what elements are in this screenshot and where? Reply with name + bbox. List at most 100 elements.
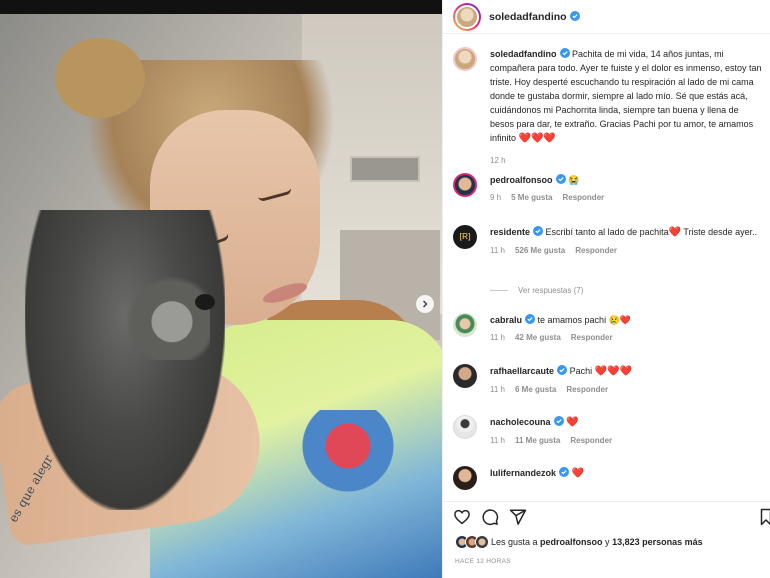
reply-button[interactable]: Responder — [571, 333, 613, 342]
comment-avatar[interactable]: [R] — [453, 225, 477, 249]
verified-badge-icon — [557, 365, 568, 375]
comment-username[interactable]: residente — [490, 227, 530, 237]
comment-likes[interactable]: 11 Me gusta — [515, 436, 560, 445]
comment-item: cabralu te amamos pachi 😢❤️ 11 h 42 Me gu… — [453, 313, 763, 342]
comment-item: [R] residente Escribí tanto al lado de p… — [453, 225, 763, 255]
chevron-right-icon — [423, 300, 428, 308]
likes-text: Les gusta a pedroalfonsoo y 13,823 perso… — [491, 537, 703, 547]
comment-emoji: ❤️ — [566, 417, 579, 428]
comment-text: pedroalfonsoo 😭 — [490, 173, 763, 187]
photo-top-bar — [0, 0, 442, 14]
verified-badge-icon — [555, 174, 566, 184]
caption-avatar[interactable] — [453, 47, 477, 71]
comment-text: rafhaellarcaute Pachi ❤️❤️❤️ — [490, 364, 763, 379]
dog-face — [115, 275, 210, 360]
comment-avatar[interactable] — [453, 466, 477, 490]
comment-item: nacholecouna ❤️ 11 h 11 Me gusta Responder — [453, 415, 763, 445]
story-ring[interactable] — [453, 2, 481, 31]
dog-nose — [195, 294, 215, 310]
sweater-dragon-print — [300, 410, 420, 500]
comment-username[interactable]: rafhaellarcaute — [490, 366, 554, 376]
air-vent — [350, 156, 420, 182]
comment-text: lulifernandezok ❤️ — [490, 466, 763, 481]
author-avatar[interactable] — [455, 4, 479, 29]
comment-body-continued: Triste desde ayer.. — [681, 227, 758, 237]
comment-likes[interactable]: 6 Me gusta — [515, 385, 556, 394]
post-actions-bar — [443, 501, 770, 531]
reply-button[interactable]: Responder — [575, 246, 617, 255]
view-replies-label: Ver respuestas (7) — [518, 286, 584, 295]
comment-username[interactable]: cabralu — [490, 315, 522, 325]
comment-icon[interactable] — [481, 508, 499, 526]
comment-text: residente Escribí tanto al lado de pachi… — [490, 225, 763, 240]
comment-emoji: ❤️❤️❤️ — [594, 366, 632, 377]
post-side-panel: soledadfandino soledadfandino Pachita de… — [442, 0, 770, 578]
caption: soledadfandino Pachita de mi vida, 14 añ… — [453, 47, 763, 165]
likes-prefix: Les gusta a — [491, 537, 541, 547]
caption-username[interactable]: soledadfandino — [490, 49, 557, 59]
caption-time: 12 h — [490, 156, 506, 165]
comment-username[interactable]: nacholecouna — [490, 417, 551, 427]
comment-avatar[interactable] — [453, 364, 477, 388]
view-replies-button[interactable]: Ver respuestas (7) — [490, 286, 583, 295]
bookmark-icon[interactable] — [759, 508, 770, 526]
comment-meta: 11 h 11 Me gusta Responder — [490, 436, 763, 445]
comment-meta: 11 h 6 Me gusta Responder — [490, 385, 763, 394]
reply-button[interactable]: Responder — [566, 385, 608, 394]
comment-time: 9 h — [490, 193, 502, 202]
comment-item: lulifernandezok ❤️ — [453, 466, 763, 490]
comment-avatar[interactable] — [453, 415, 477, 439]
verified-badge-icon — [569, 10, 580, 21]
caption-body: Pachita de mi vida, 14 años juntas, mi c… — [490, 49, 762, 143]
verified-badge-icon — [553, 416, 564, 426]
post-photo[interactable]: es que alegr — [0, 0, 442, 578]
comment-avatar[interactable] — [453, 173, 477, 197]
verified-badge-icon — [559, 467, 570, 477]
comment-time: 11 h — [490, 246, 505, 255]
post-timestamp[interactable]: HACE 12 HORAS — [455, 558, 511, 565]
verified-badge-icon — [533, 226, 544, 236]
comment-time: 11 h — [490, 333, 505, 342]
reply-button[interactable]: Responder — [570, 436, 612, 445]
verified-badge-icon — [559, 48, 570, 58]
comment-meta: 11 h 526 Me gusta Responder — [490, 246, 763, 255]
likes-summary[interactable]: Les gusta a pedroalfonsoo y 13,823 perso… — [455, 535, 703, 549]
comment-username[interactable]: lulifernandezok — [490, 468, 556, 478]
comment-time: 11 h — [490, 436, 505, 445]
comment-item: rafhaellarcaute Pachi ❤️❤️❤️ 11 h 6 Me gu… — [453, 364, 763, 394]
comment-time: 11 h — [490, 385, 505, 394]
caption-hearts: ❤️❤️❤️ — [518, 133, 556, 144]
comment-body: Escribí tanto al lado de pachita — [545, 227, 669, 237]
next-photo-button[interactable] — [416, 295, 434, 313]
comment-text: cabralu te amamos pachi 😢❤️ — [490, 313, 763, 327]
comment-likes[interactable]: 42 Me gusta — [515, 333, 561, 342]
heart-outline-icon[interactable] — [453, 508, 471, 526]
replies-divider — [490, 290, 508, 291]
liker-avatars — [455, 535, 489, 549]
reply-button[interactable]: Responder — [562, 193, 604, 202]
caption-text: soledadfandino Pachita de mi vida, 14 añ… — [490, 47, 763, 146]
comment-emoji: 😢❤️ — [608, 315, 632, 325]
comment-avatar[interactable] — [453, 313, 477, 337]
comment-meta: 11 h 42 Me gusta Responder — [490, 333, 763, 342]
likes-user[interactable]: pedroalfonsoo — [540, 537, 603, 547]
comment-username[interactable]: pedroalfonsoo — [490, 175, 553, 185]
likes-mid: y — [602, 537, 613, 547]
comment-body: te amamos pachi — [537, 315, 607, 325]
hair-bun — [55, 38, 145, 118]
author-username[interactable]: soledadfandino — [489, 10, 580, 23]
caption-meta: 12 h — [490, 156, 763, 165]
likes-count[interactable]: 13,823 personas más — [612, 537, 703, 547]
comment-text: nacholecouna ❤️ — [490, 415, 763, 430]
paper-plane-icon[interactable] — [509, 508, 527, 526]
comment-likes[interactable]: 526 Me gusta — [515, 246, 565, 255]
comments-list: soledadfandino Pachita de mi vida, 14 añ… — [443, 35, 770, 501]
comment-emoji: ❤️ — [668, 227, 682, 238]
liker-avatar — [475, 535, 489, 549]
verified-badge-icon — [525, 314, 536, 324]
comment-body: Pachi — [569, 366, 593, 376]
comment-likes[interactable]: 5 Me gusta — [511, 193, 552, 202]
comment-emoji: ❤️ — [571, 468, 584, 479]
comment-item: pedroalfonsoo 😭 9 h 5 Me gusta Responder — [453, 173, 763, 202]
post-header: soledadfandino — [443, 0, 770, 34]
